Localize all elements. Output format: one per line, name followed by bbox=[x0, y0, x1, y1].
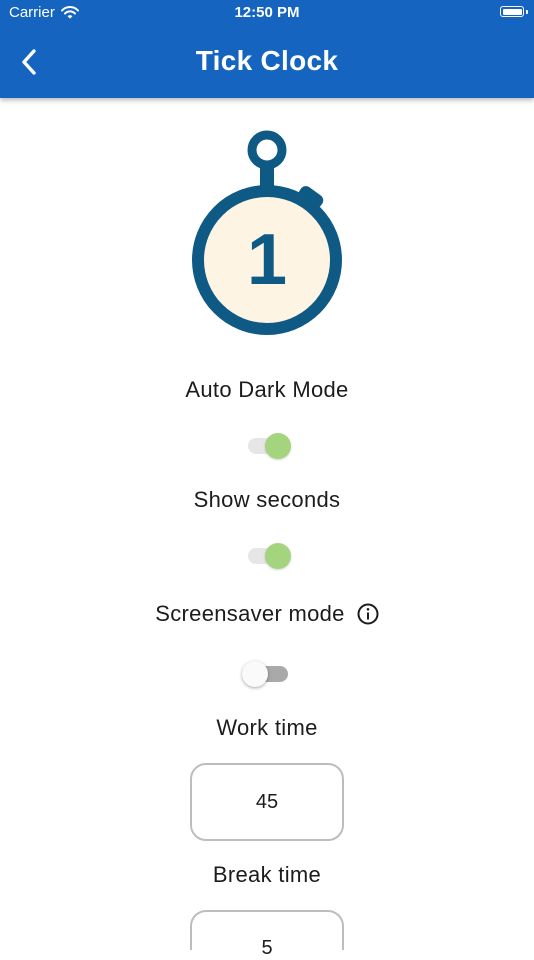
show-seconds-toggle[interactable] bbox=[244, 541, 294, 571]
battery-icon bbox=[500, 6, 524, 17]
auto-dark-mode-label: Auto Dark Mode bbox=[185, 377, 349, 402]
page-title: Tick Clock bbox=[195, 45, 339, 76]
screensaver-mode-toggle[interactable] bbox=[242, 659, 292, 689]
stopwatch-logo-icon: 1 bbox=[186, 126, 348, 340]
screensaver-mode-label: Screensaver mode bbox=[155, 601, 345, 626]
work-time-label: Work time bbox=[216, 715, 318, 740]
logo-digit: 1 bbox=[247, 220, 287, 300]
status-time: 12:50 PM bbox=[234, 4, 300, 21]
info-icon[interactable] bbox=[357, 603, 379, 625]
work-time-value: 45 bbox=[255, 790, 279, 813]
app-bar: Carrier 12:50 PM Tick Clock bbox=[0, 0, 534, 98]
battery-cap bbox=[526, 10, 528, 14]
show-seconds-label: Show seconds bbox=[193, 487, 341, 512]
break-time-input[interactable]: 5 bbox=[190, 910, 344, 959]
toggle-knob bbox=[265, 543, 291, 569]
toggle-knob bbox=[242, 661, 268, 687]
break-time-value: 5 bbox=[261, 937, 273, 959]
auto-dark-mode-toggle[interactable] bbox=[244, 431, 294, 461]
screensaver-mode-row: Screensaver mode bbox=[0, 601, 534, 627]
work-time-input[interactable]: 45 bbox=[190, 763, 344, 841]
toggle-knob bbox=[265, 433, 291, 459]
break-time-label: Break time bbox=[212, 862, 322, 887]
